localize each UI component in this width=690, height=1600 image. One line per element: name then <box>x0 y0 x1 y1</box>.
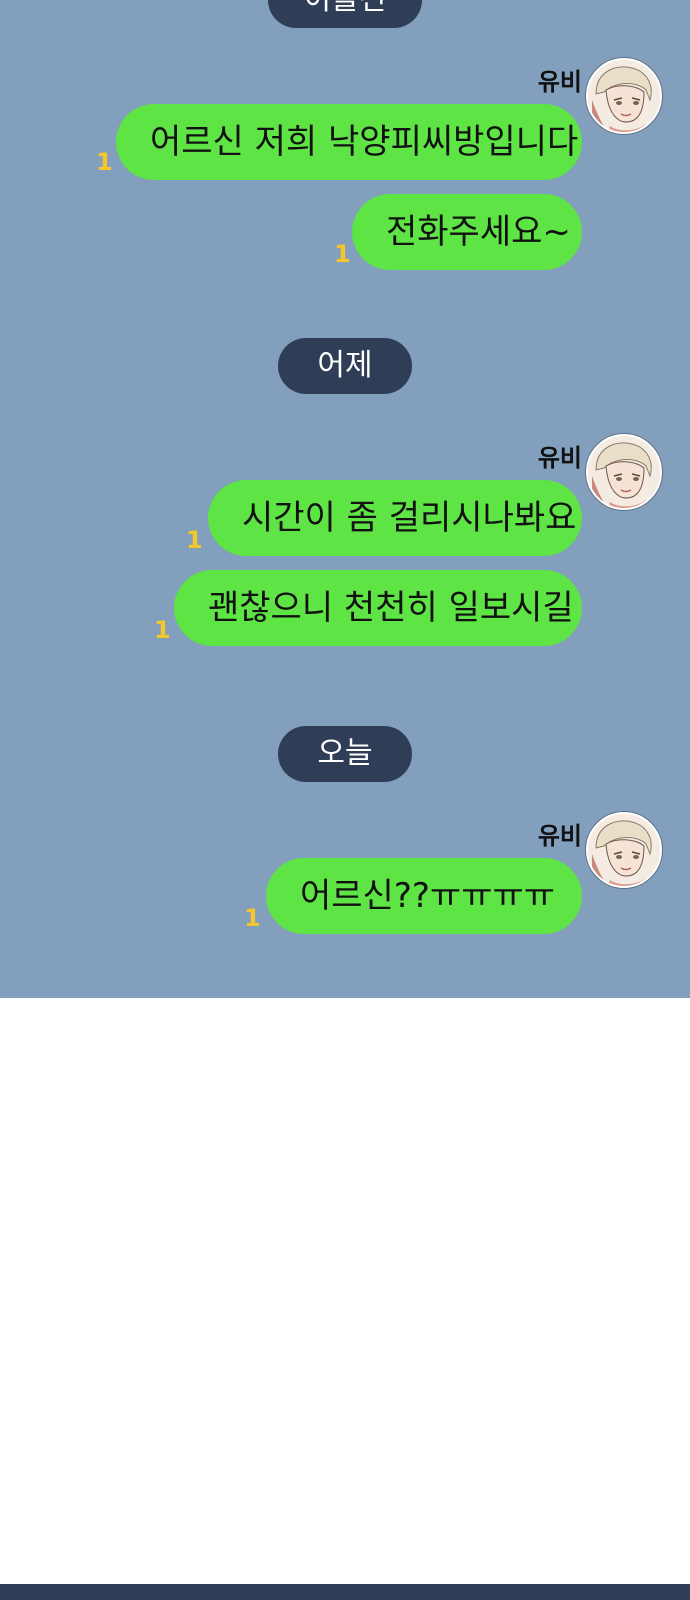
avatar[interactable] <box>586 58 662 134</box>
message-bubble[interactable]: 어르신??ㅠㅠㅠㅠ <box>266 858 582 934</box>
message-bubble[interactable]: 전화주세요~ <box>352 194 582 270</box>
unread-count: 1 <box>334 240 351 268</box>
avatar-portrait-icon <box>588 60 660 132</box>
bottom-bar <box>0 1584 690 1600</box>
unread-count: 1 <box>186 526 203 554</box>
unread-count: 1 <box>244 904 261 932</box>
sender-name: 유비 <box>537 444 582 472</box>
sender-name: 유비 <box>537 68 582 96</box>
date-divider: 어제 <box>278 338 412 394</box>
avatar-portrait-icon <box>588 814 660 886</box>
message-bubble[interactable]: 시간이 좀 걸리시나봐요 <box>208 480 582 556</box>
avatar[interactable] <box>586 812 662 888</box>
avatar-portrait-icon <box>588 436 660 508</box>
message-bubble[interactable]: 괜찮으니 천천히 일보시길 <box>174 570 582 646</box>
avatar[interactable] <box>586 434 662 510</box>
unread-count: 1 <box>154 616 171 644</box>
message-bubble[interactable]: 어르신 저희 낙양피씨방입니다 <box>116 104 582 180</box>
unread-count: 1 <box>96 148 113 176</box>
sender-name: 유비 <box>537 822 582 850</box>
date-divider: 이틀전 <box>268 0 422 28</box>
chat-area: 이틀전 유비 어르신 저희 낙양피씨방입니다 1 전화주세요~ 1 어제 유비 <box>0 0 690 998</box>
date-divider: 오늘 <box>278 726 412 782</box>
